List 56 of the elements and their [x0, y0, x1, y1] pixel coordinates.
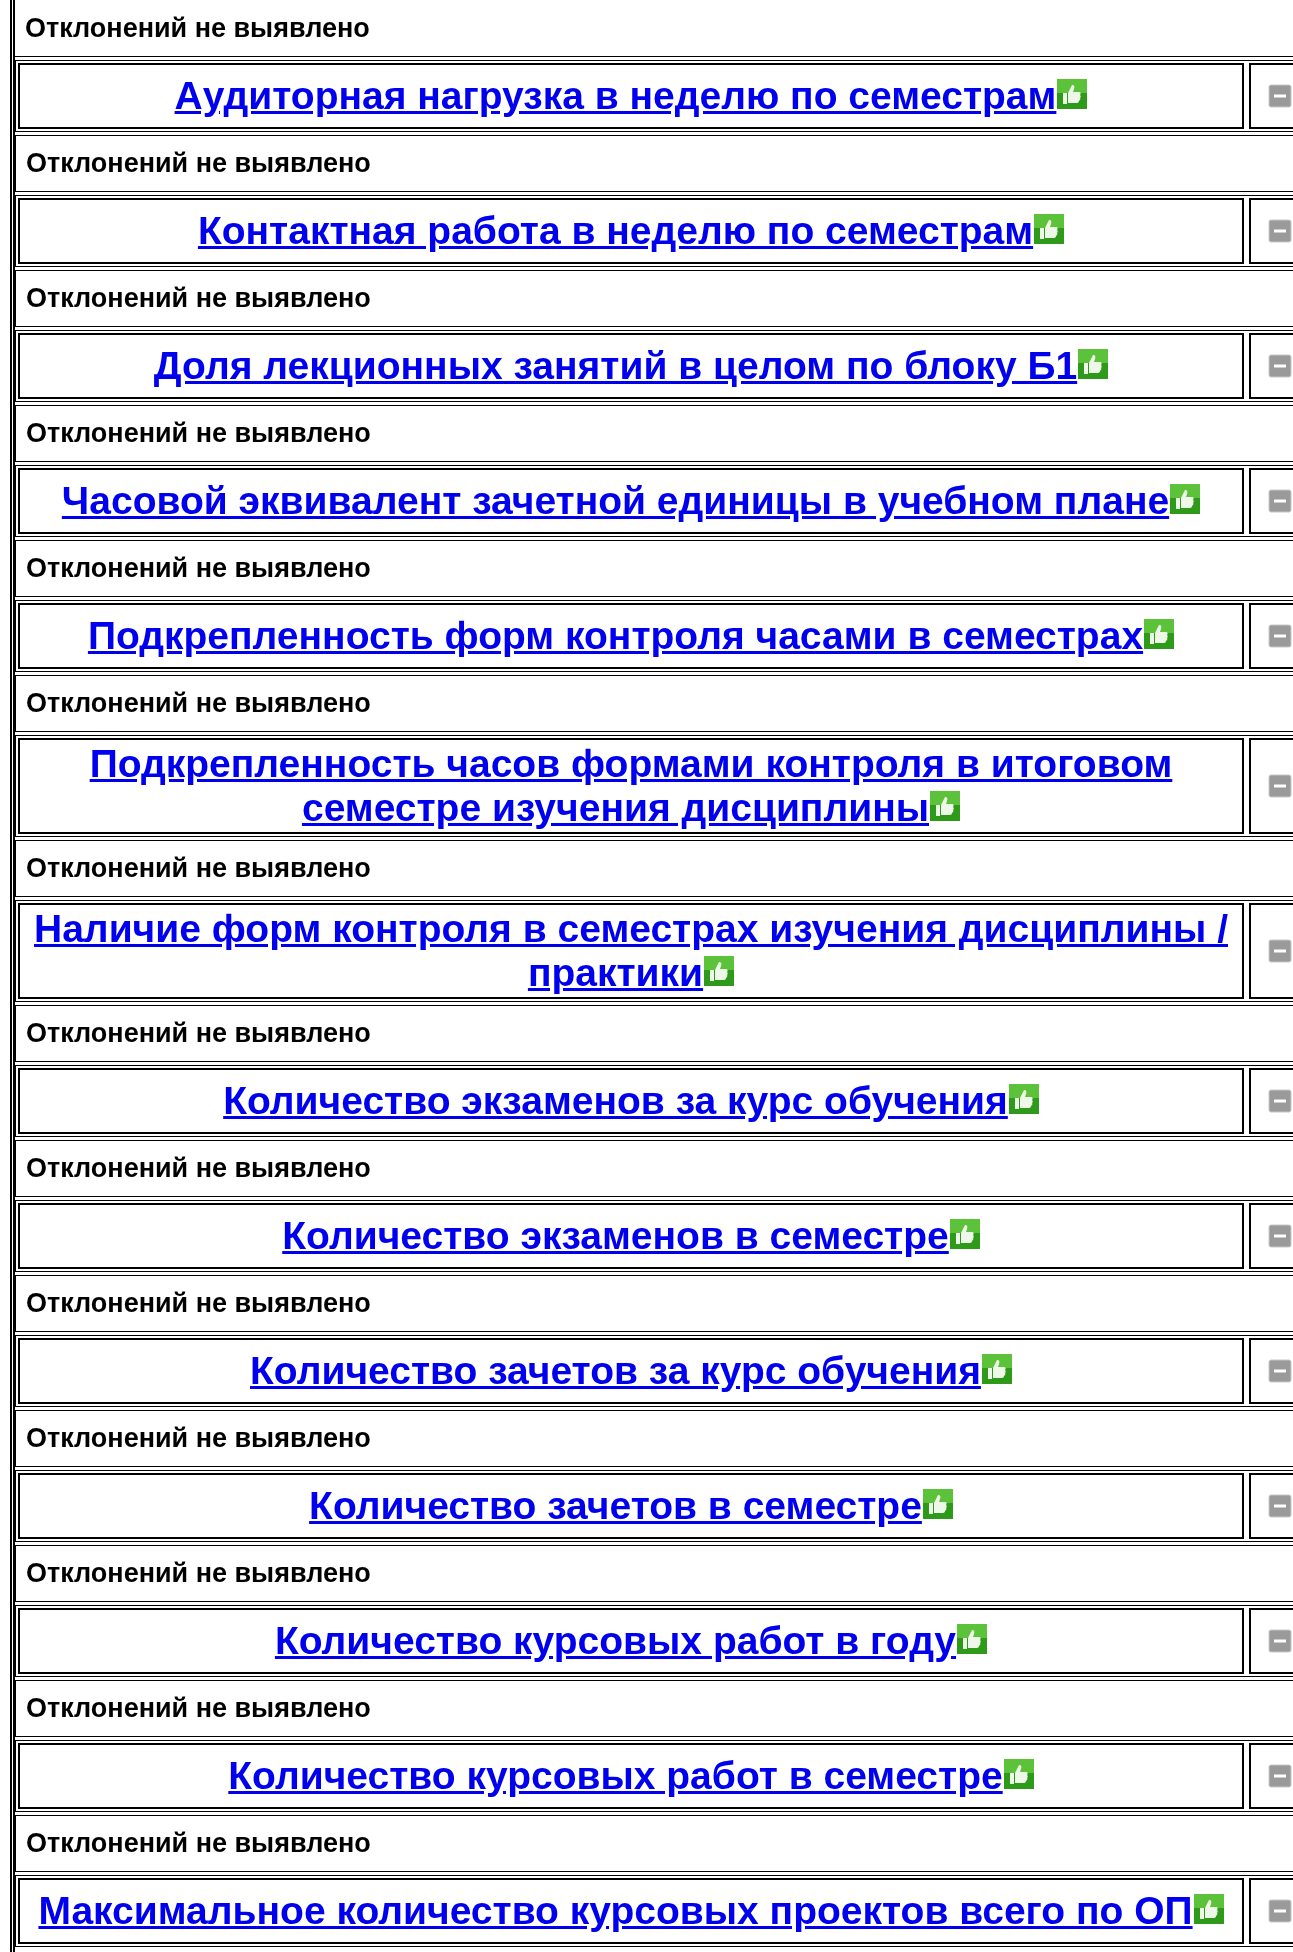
criterion-link[interactable]: Максимальное количество курсовых проектов всего по ОП: [38, 1889, 1224, 1933]
collapse-icon[interactable]: [1268, 489, 1292, 513]
collapse-icon[interactable]: [1268, 1629, 1292, 1653]
criterion-link[interactable]: Количество экзаменов за курс обучения: [223, 1079, 1039, 1123]
thumbs-up-icon: [957, 1624, 988, 1654]
result-text: Отклонений не выявлено: [26, 687, 371, 721]
criterion-link[interactable]: Наличие форм контроля в семестрах изучения дисциплины / практики: [20, 907, 1242, 995]
result-text: Отклонений не выявлено: [26, 1557, 371, 1591]
thumbs-up-icon: [949, 1219, 980, 1249]
thumbs-up-icon: [1003, 1759, 1034, 1789]
criterion-link[interactable]: Количество зачетов в семестре: [309, 1484, 953, 1528]
thumbs-up-icon: [1193, 1894, 1224, 1924]
criterion-link[interactable]: Количество курсовых работ в году: [274, 1619, 988, 1663]
result-text: Отклонений не выявлено: [26, 282, 371, 316]
collapse-icon[interactable]: [1268, 1899, 1292, 1923]
collapse-icon[interactable]: [1268, 624, 1292, 648]
collapse-icon[interactable]: [1268, 1224, 1292, 1248]
thumbs-up-icon: [930, 791, 961, 821]
result-text: Отклонений не выявлено: [26, 1692, 371, 1726]
thumbs-up-icon: [1057, 79, 1088, 109]
thumbs-up-icon: [1008, 1084, 1039, 1114]
collapse-icon[interactable]: [1268, 354, 1292, 378]
criterion-link[interactable]: Подкрепленность форм контроля часами в семестрах: [87, 614, 1175, 658]
collapse-icon[interactable]: [1268, 84, 1292, 108]
result-text: Отклонений не выявлено: [26, 147, 371, 181]
thumbs-up-icon: [1034, 214, 1065, 244]
result-text: Отклонений не выявлено: [26, 552, 371, 586]
thumbs-up-icon: [1078, 349, 1109, 379]
criterion-link[interactable]: Доля лекционных занятий в целом по блоку Б1: [153, 344, 1109, 388]
collapse-icon[interactable]: [1268, 1764, 1292, 1788]
result-text: Отклонений не выявлено: [26, 1017, 371, 1051]
criterion-link[interactable]: Контактная работа в неделю по семестрам: [197, 209, 1065, 253]
criterion-link[interactable]: Аудиторная нагрузка в неделю по семестрам: [174, 74, 1088, 118]
criterion-link[interactable]: Количество экзаменов в семестре: [282, 1214, 980, 1258]
collapse-icon[interactable]: [1268, 219, 1292, 243]
result-text: Отклонений не выявлено: [26, 852, 371, 886]
collapse-icon[interactable]: [1268, 1089, 1292, 1113]
criterion-link[interactable]: Количество зачетов за курс обучения: [250, 1349, 1012, 1393]
thumbs-up-icon: [1170, 484, 1201, 514]
collapse-icon[interactable]: [1268, 939, 1292, 963]
result-text: Отклонений не выявлено: [26, 417, 371, 451]
result-text: Отклонений не выявлено: [26, 1152, 371, 1186]
result-text: Отклонений не выявлено: [26, 1422, 371, 1456]
thumbs-up-icon: [981, 1354, 1012, 1384]
criterion-link[interactable]: Количество курсовых работ в семестре: [228, 1754, 1034, 1798]
thumbs-up-icon: [922, 1489, 953, 1519]
collapse-icon[interactable]: [1268, 1359, 1292, 1383]
thumbs-up-icon: [704, 956, 735, 986]
criterion-link[interactable]: Подкрепленность часов формами контроля в итоговом семестре изучения дисциплины: [20, 742, 1242, 830]
collapse-icon[interactable]: [1268, 774, 1292, 798]
result-text: Отклонений не выявлено: [26, 1287, 371, 1321]
result-text: Отклонений не выявлено: [25, 11, 370, 45]
criterion-link[interactable]: Часовой эквивалент зачетной единицы в учебном плане: [61, 479, 1201, 523]
collapse-icon[interactable]: [1268, 1494, 1292, 1518]
result-text: Отклонений не выявлено: [26, 1827, 371, 1861]
thumbs-up-icon: [1144, 619, 1175, 649]
